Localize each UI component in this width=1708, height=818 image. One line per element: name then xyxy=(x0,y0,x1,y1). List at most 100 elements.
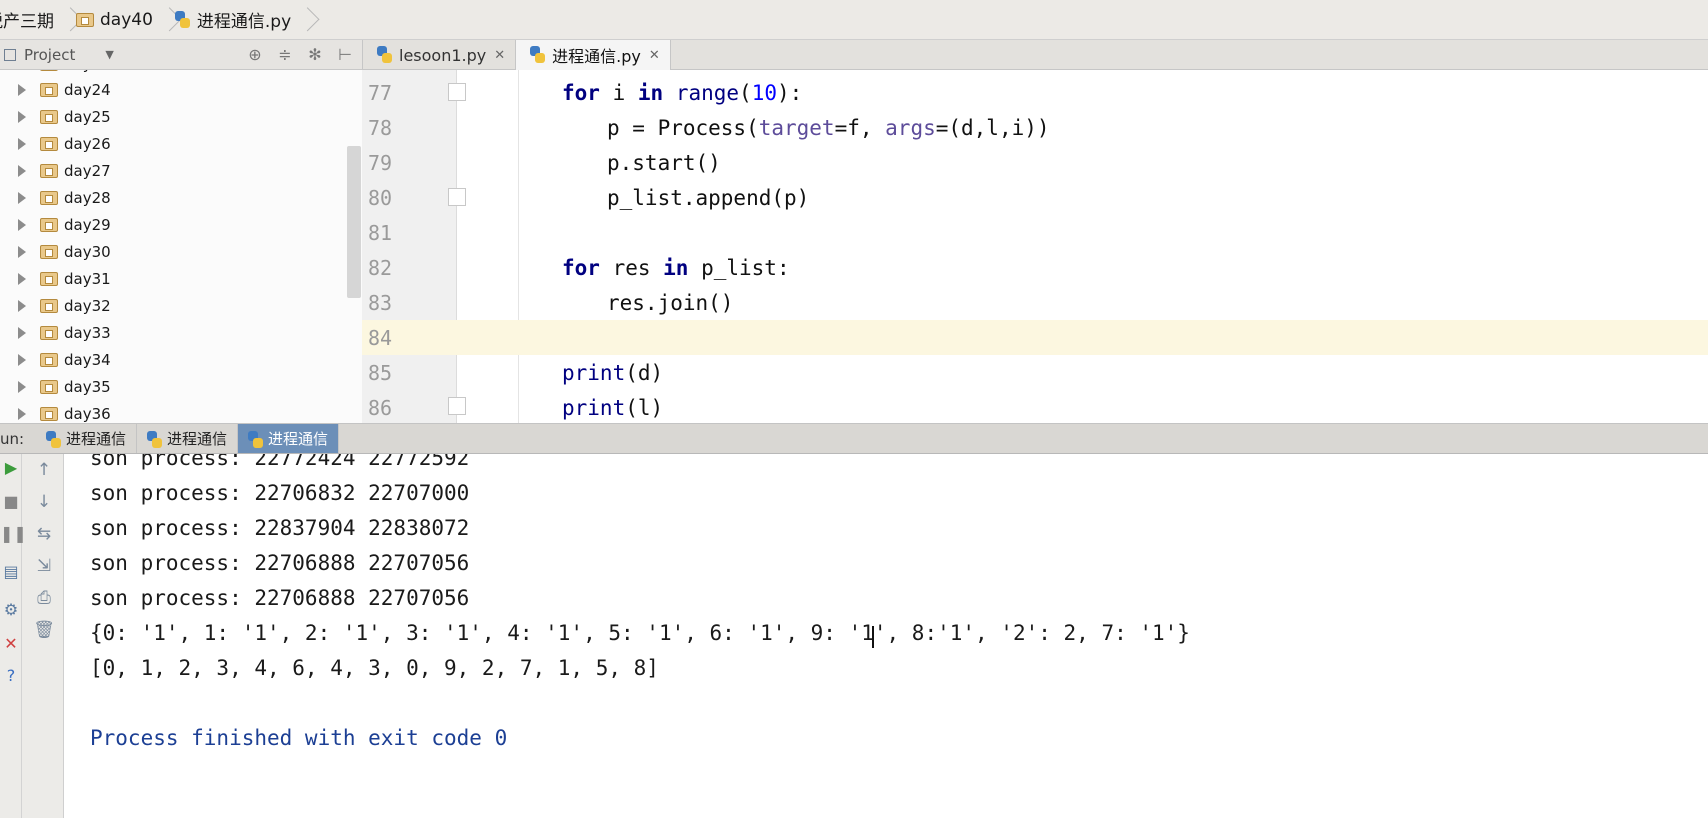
tab-process-communication[interactable]: 进程通信.py ✕ xyxy=(516,40,671,70)
settings-icon[interactable]: ⚙ xyxy=(0,600,22,619)
folder-icon xyxy=(40,352,58,367)
expand-arrow-icon[interactable] xyxy=(18,353,26,366)
code-line[interactable]: 83 res.join() xyxy=(362,285,1708,320)
tree-item[interactable]: day35 xyxy=(0,373,347,400)
folder-icon xyxy=(40,271,58,286)
tree-item[interactable]: day25 xyxy=(0,103,347,130)
console-output[interactable]: son process: 22772424 22772592 son proce… xyxy=(64,454,1708,818)
tree-item[interactable]: day24 xyxy=(0,76,347,103)
console-line: [0, 1, 2, 3, 4, 6, 4, 3, 0, 9, 2, 7, 1, … xyxy=(90,655,659,680)
expand-arrow-icon[interactable] xyxy=(18,380,26,393)
code-line[interactable]: 77 for i in range(10): xyxy=(362,75,1708,110)
expand-arrow-icon[interactable] xyxy=(18,326,26,339)
close-icon[interactable]: ✕ xyxy=(649,48,660,63)
tree-item[interactable]: day27 xyxy=(0,157,347,184)
layout-icon[interactable]: ▤ xyxy=(0,562,22,581)
fold-marker-icon[interactable] xyxy=(448,188,466,206)
line-number: 85 xyxy=(368,360,393,385)
code-line[interactable]: 85 print(d) xyxy=(362,355,1708,390)
breadcrumb-item-project[interactable]: 脱产三期 xyxy=(0,0,62,40)
folder-icon xyxy=(40,136,58,151)
tab-lesoon1[interactable]: lesoon1.py ✕ xyxy=(363,40,517,70)
soft-wrap-icon[interactable]: ⇆ xyxy=(32,524,56,544)
console-line: {0: '1', 1: '1', 2: '1', 3: '1', 4: '1',… xyxy=(90,620,1190,645)
down-arrow-icon[interactable]: ↓ xyxy=(32,492,56,512)
expand-arrow-icon[interactable] xyxy=(18,272,26,285)
scroll-to-end-icon[interactable]: ⇲ xyxy=(32,556,56,576)
expand-arrow-icon[interactable] xyxy=(18,191,26,204)
code-line[interactable]: 86 print(l) xyxy=(362,390,1708,423)
expand-arrow-icon[interactable] xyxy=(18,110,26,123)
tree-item[interactable]: day28 xyxy=(0,184,347,211)
tree-item[interactable]: day29 xyxy=(0,211,347,238)
chevron-down-icon: ▼ xyxy=(105,48,114,61)
console-line: son process: 22706888 22707056 xyxy=(90,550,470,575)
folder-icon xyxy=(40,163,58,178)
code-text: for res in p_list: xyxy=(562,255,790,280)
tree-item[interactable]: day26 xyxy=(0,130,347,157)
close-icon[interactable]: ✕ xyxy=(0,634,22,653)
project-view-selector[interactable]: Project ▼ xyxy=(4,46,114,64)
tree-item-label: day36 xyxy=(64,404,111,423)
tree-scrollbar[interactable] xyxy=(347,146,361,298)
fold-marker-icon[interactable] xyxy=(448,83,466,101)
folder-icon xyxy=(40,298,58,313)
tree-item[interactable]: day36 xyxy=(0,400,347,423)
breadcrumb-item-day40[interactable]: day40 xyxy=(72,0,161,40)
tree-item[interactable]: day30 xyxy=(0,238,347,265)
expand-arrow-icon[interactable] xyxy=(18,218,26,231)
locate-icon[interactable]: ⊕ xyxy=(246,45,264,64)
code-text: for i in range(10): xyxy=(562,80,803,105)
line-number: 80 xyxy=(368,185,393,210)
tree-item-label: day32 xyxy=(64,296,111,315)
expand-arrow-icon[interactable] xyxy=(18,83,26,96)
run-tab-label: 进程通信 xyxy=(268,430,329,448)
line-number: 78 xyxy=(368,115,393,140)
close-icon[interactable]: ✕ xyxy=(494,48,505,63)
folder-icon xyxy=(40,379,58,394)
gear-icon[interactable]: ✻ xyxy=(306,45,324,64)
breadcrumb-item-file[interactable]: 进程通信.py xyxy=(171,0,299,40)
run-tab[interactable]: 进程通信 xyxy=(36,424,138,453)
pause-icon[interactable]: ❚❚ xyxy=(0,524,27,543)
code-editor[interactable]: 77 for i in range(10): 78 p = Process(ta… xyxy=(362,70,1708,423)
code-text: print(d) xyxy=(562,360,664,385)
collapse-icon[interactable]: ≑ xyxy=(276,45,294,64)
hide-icon[interactable]: ⊢ xyxy=(336,45,354,64)
help-icon[interactable]: ? xyxy=(0,666,22,685)
folder-icon xyxy=(40,406,58,421)
tab-label: 进程通信.py xyxy=(552,47,641,66)
breadcrumb-label: day40 xyxy=(100,9,153,30)
run-tab[interactable]: 进程通信 xyxy=(137,424,239,453)
expand-arrow-icon[interactable] xyxy=(18,299,26,312)
trash-icon[interactable]: 🗑 xyxy=(32,620,56,640)
tree-item-label: day30 xyxy=(64,242,111,261)
print-icon[interactable]: ⎙ xyxy=(32,588,56,608)
code-line-current[interactable]: 84 xyxy=(362,320,1708,355)
code-line[interactable]: 82 for res in p_list: xyxy=(362,250,1708,285)
code-line[interactable]: 81 xyxy=(362,215,1708,250)
tree-item[interactable]: day32 xyxy=(0,292,347,319)
python-run-icon xyxy=(46,430,61,448)
expand-arrow-icon[interactable] xyxy=(18,407,26,420)
tree-item[interactable]: day31 xyxy=(0,265,347,292)
code-line[interactable]: 78 p = Process(target=f, args=(d,l,i)) xyxy=(362,110,1708,145)
code-line[interactable]: 80 p_list.append(p) xyxy=(362,180,1708,215)
line-number: 81 xyxy=(368,220,393,245)
python-file-icon xyxy=(377,46,393,64)
tree-item[interactable]: day23 xyxy=(0,70,347,72)
exit-status-line: Process finished with exit code 0 xyxy=(90,725,508,750)
run-tab-active[interactable]: 进程通信 xyxy=(238,424,340,453)
breadcrumb-separator xyxy=(299,0,309,40)
folder-icon xyxy=(40,217,58,232)
tree-item[interactable]: day34 xyxy=(0,346,347,373)
expand-arrow-icon[interactable] xyxy=(18,245,26,258)
stop-icon[interactable]: ■ xyxy=(0,492,22,511)
code-line[interactable]: 79 p.start() xyxy=(362,145,1708,180)
up-arrow-icon[interactable]: ↑ xyxy=(32,460,56,480)
expand-arrow-icon[interactable] xyxy=(18,137,26,150)
rerun-icon[interactable]: ▶ xyxy=(0,458,22,477)
fold-marker-icon[interactable] xyxy=(448,397,466,415)
tree-item[interactable]: day33 xyxy=(0,319,347,346)
expand-arrow-icon[interactable] xyxy=(18,164,26,177)
